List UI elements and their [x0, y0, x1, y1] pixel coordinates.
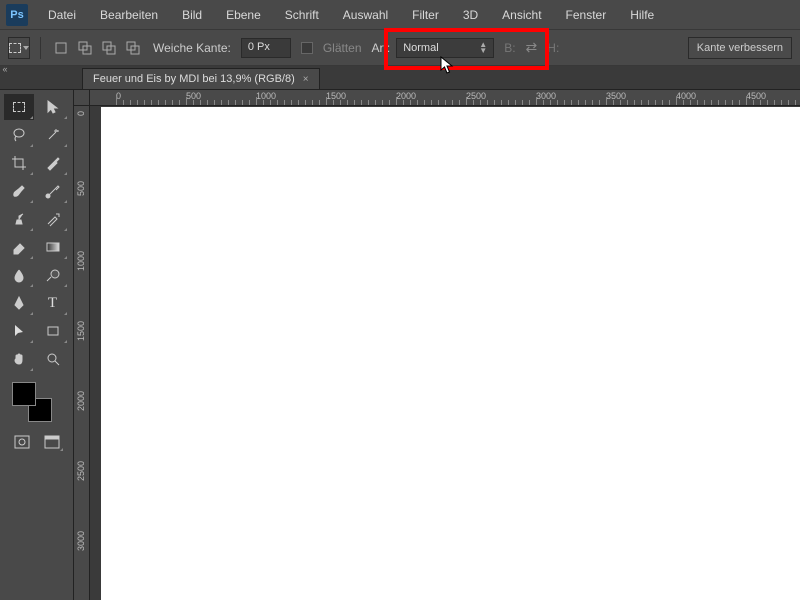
healing-brush-tool[interactable]	[4, 178, 34, 204]
zoom-tool[interactable]	[38, 346, 68, 372]
foreground-color[interactable]	[12, 382, 36, 406]
menu-ansicht[interactable]: Ansicht	[490, 2, 553, 28]
menu-datei[interactable]: Datei	[36, 2, 88, 28]
style-label: Art:	[372, 41, 391, 55]
antialias-checkbox	[301, 42, 313, 54]
feather-label: Weiche Kante:	[153, 41, 231, 55]
move-tool[interactable]	[38, 94, 68, 120]
brush-tool[interactable]	[38, 178, 68, 204]
menu-schrift[interactable]: Schrift	[273, 2, 331, 28]
options-bar: Weiche Kante: 0 Px Glätten Art: Normal ▲…	[0, 30, 800, 66]
menu-fenster[interactable]: Fenster	[554, 2, 619, 28]
menu-bearbeiten[interactable]: Bearbeiten	[88, 2, 170, 28]
menu-auswahl[interactable]: Auswahl	[331, 2, 400, 28]
horizontal-ruler[interactable]: 050010001500200025003000350040004500	[90, 90, 800, 106]
hand-tool[interactable]	[4, 346, 34, 372]
menu-3d[interactable]: 3D	[451, 2, 490, 28]
active-tool-indicator[interactable]	[8, 37, 30, 59]
pen-tool[interactable]	[4, 290, 34, 316]
gradient-tool[interactable]	[38, 234, 68, 260]
antialias-label: Glätten	[323, 41, 362, 55]
selection-add-icon[interactable]	[75, 38, 95, 58]
quickmask-button[interactable]	[10, 432, 34, 452]
style-dropdown[interactable]: Normal ▲▼	[396, 38, 494, 58]
menu-hilfe[interactable]: Hilfe	[618, 2, 666, 28]
canvas[interactable]	[101, 107, 800, 600]
magic-wand-tool[interactable]	[38, 122, 68, 148]
history-brush-tool[interactable]	[38, 206, 68, 232]
width-label: B:	[504, 41, 515, 55]
type-tool[interactable]: T	[38, 290, 68, 316]
collapse-handle-icon[interactable]: «	[0, 64, 10, 78]
height-label: H:	[547, 41, 559, 55]
shape-tool[interactable]	[38, 318, 68, 344]
selection-new-icon[interactable]	[51, 38, 71, 58]
menu-ebene[interactable]: Ebene	[214, 2, 273, 28]
path-selection-tool[interactable]	[4, 318, 34, 344]
app-logo: Ps	[6, 4, 28, 26]
document-tab-title: Feuer und Eis by MDI bei 13,9% (RGB/8)	[93, 73, 295, 85]
menu-bar: Ps DateiBearbeitenBildEbeneSchriftAuswah…	[0, 0, 800, 30]
swap-dimensions-icon: ⇄	[526, 39, 538, 56]
style-value: Normal	[403, 42, 438, 54]
selection-mode-group	[51, 38, 143, 58]
canvas-area: 050010001500200025003000350040004500 050…	[74, 90, 800, 600]
selection-subtract-icon[interactable]	[99, 38, 119, 58]
color-swatch[interactable]	[12, 382, 52, 422]
feather-input[interactable]: 0 Px	[241, 38, 291, 58]
eraser-tool[interactable]	[4, 234, 34, 260]
toolbox: T	[0, 90, 74, 600]
marquee-tool[interactable]	[4, 94, 34, 120]
document-tab-bar: Feuer und Eis by MDI bei 13,9% (RGB/8) ×	[0, 66, 800, 90]
eyedropper-tool[interactable]	[38, 150, 68, 176]
document-tab[interactable]: Feuer und Eis by MDI bei 13,9% (RGB/8) ×	[82, 68, 320, 89]
vertical-ruler[interactable]: 050010001500200025003000	[74, 106, 90, 600]
lasso-tool[interactable]	[4, 122, 34, 148]
ruler-origin[interactable]	[74, 90, 90, 106]
close-tab-icon[interactable]: ×	[303, 74, 309, 85]
dropdown-arrows-icon: ▲▼	[479, 42, 487, 54]
blur-tool[interactable]	[4, 262, 34, 288]
selection-intersect-icon[interactable]	[123, 38, 143, 58]
clone-stamp-tool[interactable]	[4, 206, 34, 232]
dodge-tool[interactable]	[38, 262, 68, 288]
crop-tool[interactable]	[4, 150, 34, 176]
refine-edge-button[interactable]: Kante verbessern	[688, 37, 792, 59]
menu-filter[interactable]: Filter	[400, 2, 451, 28]
screenmode-button[interactable]	[40, 432, 64, 452]
menu-bild[interactable]: Bild	[170, 2, 214, 28]
